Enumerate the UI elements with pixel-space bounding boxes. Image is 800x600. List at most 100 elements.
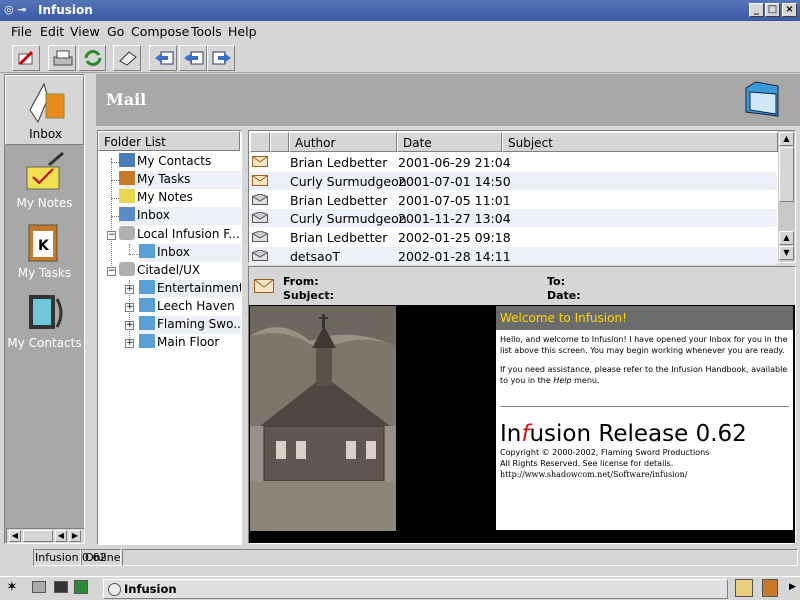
reply-button[interactable] [149, 45, 177, 71]
server-icon [119, 226, 135, 240]
open-envelope-icon [252, 212, 268, 224]
folder-item-inbox[interactable]: Inbox [119, 207, 241, 225]
to-label: To: [547, 275, 565, 288]
table-row[interactable]: Curly Surmudgeon 2001-07-01 14:50 [249, 171, 777, 190]
reply-all-icon [184, 51, 204, 65]
menu-tools[interactable]: Tools [191, 24, 222, 39]
tasks-icon[interactable] [762, 579, 778, 597]
collapse-toggle[interactable]: − [107, 231, 116, 240]
expand-toggle[interactable]: + [125, 285, 134, 294]
folder-item-entertainment[interactable]: Entertainment [139, 280, 241, 298]
window-title: Infusion [38, 3, 93, 17]
print-button[interactable] [48, 45, 76, 71]
app-icon[interactable] [74, 580, 88, 594]
launcher-icon[interactable] [32, 581, 46, 593]
table-row[interactable]: Brian Ledbetter 2002-01-25 09:18 [249, 228, 777, 246]
welcome-message: Hello, and welcome to Infusion! I have o… [496, 330, 793, 530]
folder-icon [139, 298, 155, 312]
author-cell: Curly Surmudgeon [290, 173, 407, 189]
folder-icon [745, 81, 779, 117]
reply-icon [155, 51, 174, 65]
date-cell: 2001-07-05 11:01 [398, 192, 511, 208]
collapse-toggle[interactable]: − [107, 267, 116, 276]
divider [500, 406, 789, 407]
envelope-icon [252, 174, 268, 186]
contacts-icon [119, 153, 135, 167]
shortcut-inbox[interactable]: Inbox [5, 75, 84, 145]
expand-toggle[interactable]: + [125, 339, 134, 348]
scroll-left-arrow-icon[interactable]: ◀ [55, 530, 67, 542]
shortcut-bar: Inbox My Notes K My Tasks My Contacts [4, 74, 85, 544]
message-list-scrollbar[interactable]: ▲ ▲ ▼ [778, 131, 795, 262]
scroll-left-arrow-icon[interactable]: ◀ [9, 530, 21, 542]
folder-item-leech-haven[interactable]: Leech Haven [139, 298, 241, 316]
column-header-date[interactable]: Date [397, 132, 502, 152]
tasks-icon: K [28, 224, 58, 262]
infusion-icon [108, 583, 121, 596]
column-header-subject[interactable]: Subject [502, 132, 778, 152]
start-menu-icon[interactable]: ✶ [6, 579, 18, 595]
folder-item-flaming-sword[interactable]: Flaming Swo... [139, 316, 241, 334]
menu-compose[interactable]: Compose [131, 24, 189, 39]
panel-arrow-icon[interactable]: ▶ [789, 582, 796, 592]
author-cell: Curly Surmudgeon [290, 211, 407, 227]
folder-item-citadel[interactable]: Citadel/UX [119, 262, 241, 280]
folder-item-my-notes[interactable]: My Notes [119, 189, 241, 207]
shortcut-scrollbar[interactable]: ◀ ◀ ▶ [6, 528, 85, 544]
taskbar-button-infusion[interactable]: Infusion [103, 579, 728, 599]
menu-go[interactable]: Go [107, 24, 124, 39]
minimize-button[interactable]: _ [749, 3, 764, 17]
window-menu-icon[interactable]: ◎ ⊸ [4, 3, 34, 17]
calendar-icon[interactable] [735, 579, 753, 597]
shortcut-tasks[interactable]: K My Tasks [5, 215, 84, 285]
erase-button[interactable] [113, 45, 141, 71]
status-bar: Infusion 0.62 Online [0, 547, 800, 568]
folder-item-main-floor[interactable]: Main Floor [139, 334, 241, 352]
date-cell: 2001-11-27 13:04 [398, 211, 511, 227]
column-header-status[interactable] [250, 132, 270, 152]
table-row[interactable]: Brian Ledbetter 2001-07-05 11:01 [249, 191, 777, 209]
welcome-paragraph: Hello, and welcome to Infusion! I have o… [500, 335, 788, 355]
expand-toggle[interactable]: + [125, 303, 134, 312]
scroll-thumb[interactable] [23, 530, 53, 542]
table-row[interactable]: detsaoT 2002-01-28 14:11 [249, 247, 777, 265]
column-header-author[interactable]: Author [289, 132, 397, 152]
close-button[interactable]: × [782, 3, 797, 17]
folder-item-local-infusion[interactable]: Local Infusion F... [119, 226, 241, 244]
author-cell: detsaoT [290, 249, 340, 264]
menu-edit[interactable]: Edit [40, 24, 64, 39]
forward-button[interactable] [207, 45, 235, 71]
table-row[interactable]: Curly Surmudgeon 2001-11-27 13:04 [249, 209, 777, 228]
folder-item-my-contacts[interactable]: My Contacts [119, 153, 241, 171]
server-icon [119, 262, 135, 276]
table-row[interactable]: Brian Ledbetter 2001-06-29 21:04 [249, 153, 777, 171]
menu-help[interactable]: Help [228, 24, 257, 39]
shortcut-notes[interactable]: My Notes [5, 145, 84, 215]
reply-all-button[interactable] [179, 45, 207, 71]
scroll-down-arrow-icon[interactable]: ▼ [779, 246, 794, 260]
church-photo [250, 306, 396, 531]
scroll-up-arrow-icon[interactable]: ▲ [779, 231, 794, 245]
scroll-up-arrow-icon[interactable]: ▲ [779, 132, 794, 146]
folder-item-my-tasks[interactable]: My Tasks [119, 171, 241, 189]
column-header-attach[interactable] [270, 132, 289, 152]
author-cell: Brian Ledbetter [290, 192, 388, 208]
tasks-icon [119, 171, 135, 185]
shortcut-contacts[interactable]: My Contacts [5, 285, 84, 355]
scroll-thumb[interactable] [779, 147, 794, 202]
menu-view[interactable]: View [70, 24, 100, 39]
status-connection: Online [81, 549, 121, 566]
terminal-icon[interactable] [54, 581, 68, 593]
folder-icon [139, 280, 155, 294]
refresh-button[interactable] [78, 45, 106, 71]
compose-button[interactable] [12, 45, 40, 71]
date-cell: 2002-01-28 14:11 [398, 249, 511, 264]
menu-file[interactable]: File [11, 24, 32, 39]
folder-list-header[interactable]: Folder List [98, 131, 240, 151]
folder-item-local-inbox[interactable]: Inbox [139, 244, 241, 262]
maximize-button[interactable]: □ [765, 3, 780, 17]
scroll-right-arrow-icon[interactable]: ▶ [69, 530, 81, 542]
website-link[interactable]: http://www.shadowcom.net/Software/infusi… [500, 469, 789, 480]
expand-toggle[interactable]: + [125, 321, 134, 330]
date-cell: 2002-01-25 09:18 [398, 230, 511, 246]
